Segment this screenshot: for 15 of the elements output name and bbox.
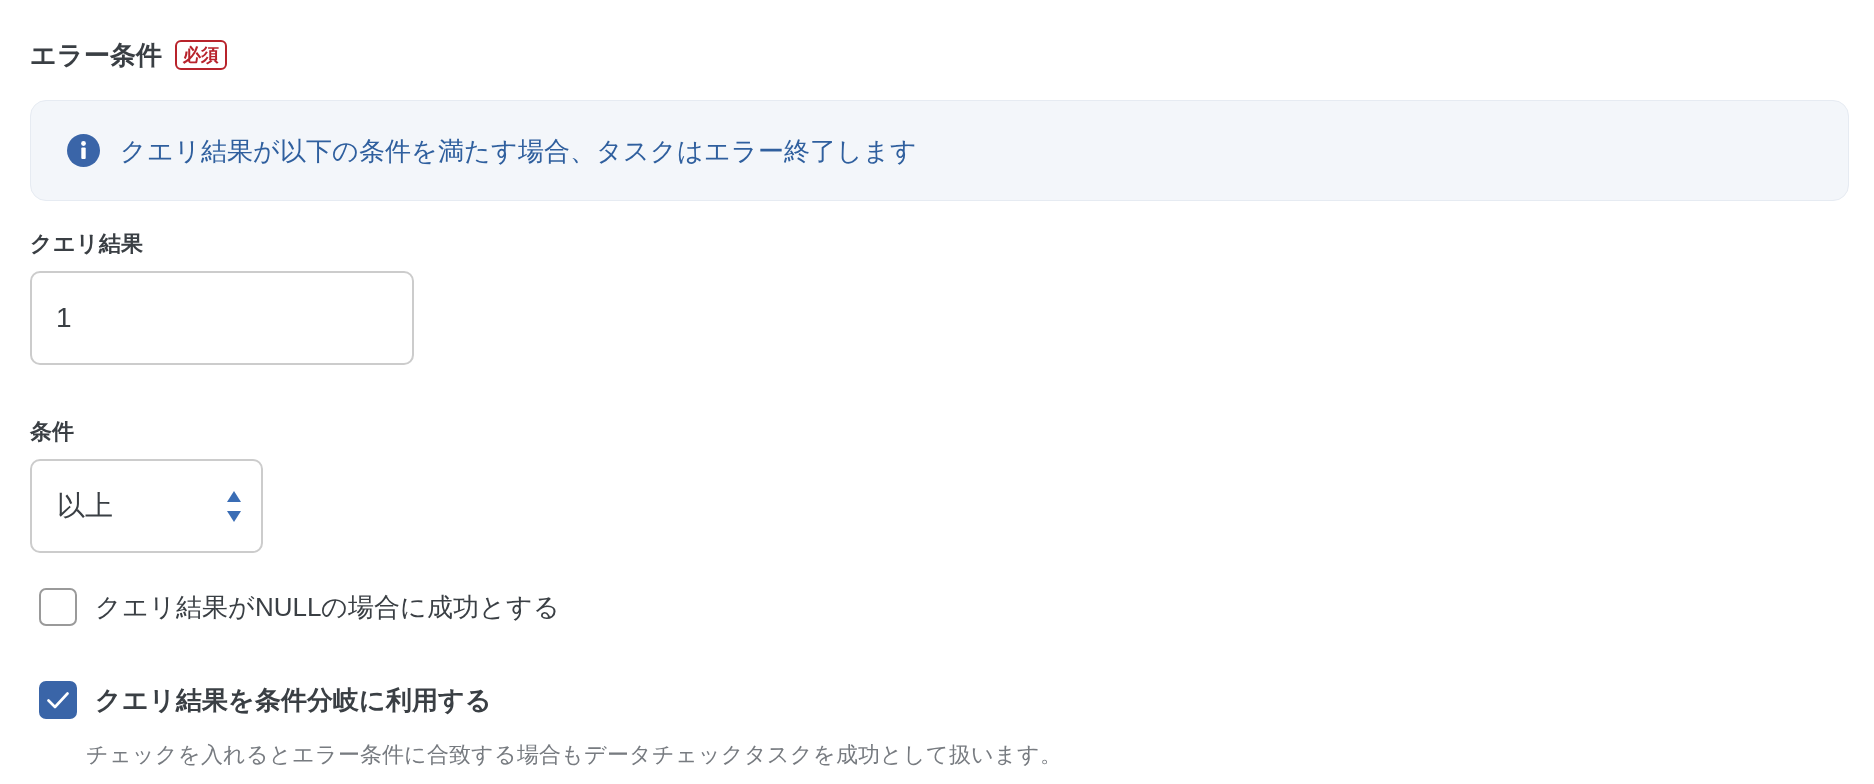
sort-arrows-icon (227, 490, 241, 522)
input-field[interactable]: 1 (30, 271, 414, 365)
select-field[interactable]: 以上 (30, 459, 263, 553)
checkbox-label[interactable]: クエリ結果がNULLの場合に成功とする (95, 591, 561, 623)
info-icon (67, 134, 100, 167)
checkbox[interactable] (39, 681, 77, 719)
required-badge: 必須 (175, 40, 227, 70)
field-label: クエリ結果 (30, 230, 143, 258)
checkbox[interactable] (39, 588, 77, 626)
checkbox-label[interactable]: クエリ結果を条件分岐に利用する (95, 684, 492, 716)
field-label: 条件 (30, 418, 74, 446)
section-title: エラー条件 (30, 40, 162, 70)
check-icon (47, 691, 69, 709)
info-message: クエリ結果が以下の条件を満たす場合、タスクはエラー終了します (120, 134, 917, 167)
help-text: チェックを入れるとエラー条件に合致する場合もデータチェックタスクを成功として扱います。 (86, 742, 1063, 769)
